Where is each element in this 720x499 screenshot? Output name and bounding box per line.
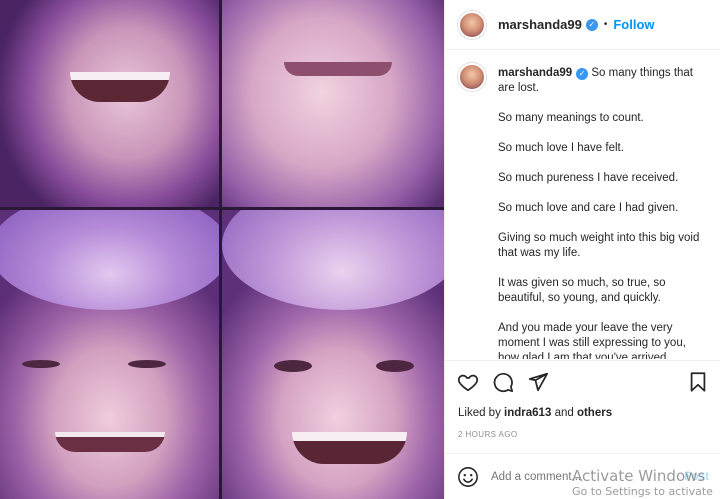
caption-text: marshanda99 ✓ So many things that are los…: [498, 63, 703, 359]
eye: [128, 360, 166, 368]
bookmark-icon[interactable]: [687, 371, 709, 393]
post-timestamp[interactable]: 2 HOURS AGO: [458, 430, 518, 439]
photo-tile-top-right: [222, 0, 444, 207]
follow-button[interactable]: Follow: [613, 17, 654, 32]
caption-line: It was given so much, so true, so beauti…: [498, 277, 666, 304]
likes-summary: Liked by indra613 and others: [458, 407, 612, 419]
photo-tile-bottom-right: [222, 210, 444, 499]
hair: [222, 210, 444, 310]
smile: [292, 432, 407, 464]
separator-dot: •: [603, 19, 608, 30]
post-header: marshanda99 ✓ • Follow: [445, 0, 720, 50]
verified-icon: ✓: [585, 18, 598, 31]
photo-tile-bottom-left: [0, 210, 219, 499]
share-icon[interactable]: [527, 371, 549, 393]
action-bar: [445, 360, 720, 402]
smile: [55, 432, 165, 452]
caption-avatar[interactable]: [458, 63, 486, 91]
avatar[interactable]: [458, 10, 486, 39]
heart-icon[interactable]: [457, 371, 479, 393]
post-side-panel: marshanda99 ✓ • Follow marshanda99 ✓ So m…: [444, 0, 720, 499]
caption-area: marshanda99 ✓ So many things that are los…: [445, 51, 720, 359]
liked-by-user[interactable]: indra613: [504, 407, 551, 419]
liked-by-others[interactable]: others: [577, 407, 612, 419]
caption-line: So many meanings to count.: [498, 112, 644, 124]
eye: [376, 360, 414, 372]
caption-line: So much love I have felt.: [498, 142, 624, 154]
smile: [284, 62, 392, 76]
comment-input[interactable]: [491, 470, 641, 483]
comment-icon[interactable]: [492, 371, 514, 393]
smile: [70, 72, 170, 102]
caption-line: Giving so much weight into this big void…: [498, 232, 700, 259]
emoji-icon[interactable]: [457, 466, 479, 488]
caption-line: So much pureness I have received.: [498, 172, 679, 184]
caption-line: And you made your leave the very moment …: [498, 322, 686, 359]
hair: [0, 210, 219, 310]
caption-line: So much love and care I had given.: [498, 202, 679, 214]
comment-bar: Post: [445, 453, 720, 499]
post-comment-button[interactable]: Post: [684, 471, 709, 483]
likes-conjunction: and: [554, 407, 574, 419]
verified-icon: ✓: [576, 68, 589, 80]
eye: [22, 360, 60, 368]
photo-tile-top-left: [0, 0, 219, 207]
post-image[interactable]: [0, 0, 444, 499]
eye: [274, 360, 312, 372]
post-username[interactable]: marshanda99: [498, 17, 582, 32]
caption-username[interactable]: marshanda99: [498, 67, 572, 79]
likes-prefix: Liked by: [458, 407, 501, 419]
